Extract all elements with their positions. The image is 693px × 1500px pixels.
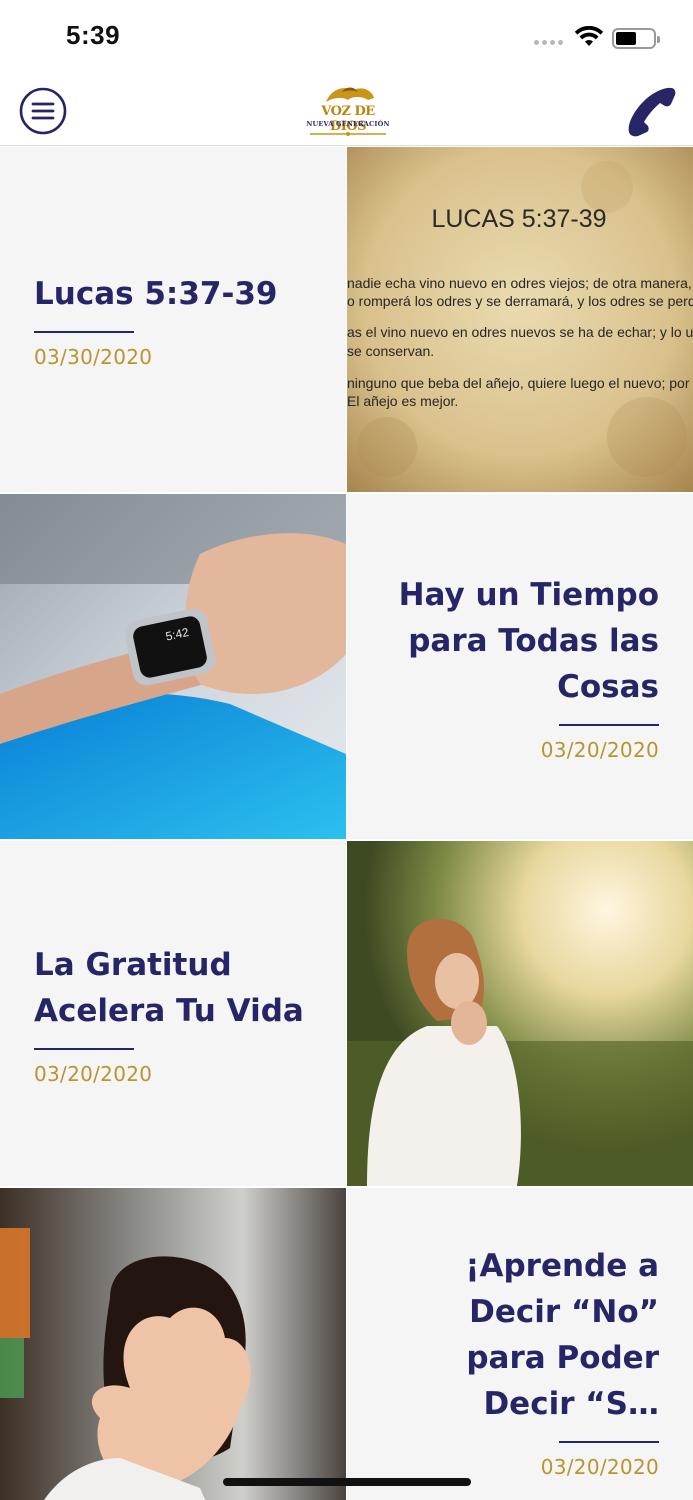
post-card-text[interactable]: La Gratitud Acelera Tu Vida 03/20/2020: [0, 841, 346, 1186]
post-date: 03/20/2020: [540, 1454, 659, 1479]
scripture-line: o romperá los odres y se derramará, y lo…: [347, 293, 693, 309]
post-image-hand-stop[interactable]: [0, 1188, 346, 1500]
scripture-line: nadie echa vino nuevo en odres viejos; d…: [347, 275, 693, 291]
logo-subtext: NUEVA GENERACIÓN: [306, 120, 390, 128]
post-date: 03/20/2020: [34, 1061, 153, 1086]
title-divider: [34, 330, 134, 333]
post-title[interactable]: La Gratitud Acelera Tu Vida: [34, 942, 312, 1034]
title-divider: [34, 1047, 134, 1050]
post-card-text[interactable]: ¡Aprende a Decir “No” para Poder Decir “…: [347, 1188, 693, 1500]
post-row[interactable]: La Gratitud Acelera Tu Vida 03/20/2020: [0, 841, 693, 1188]
app-logo[interactable]: VOZ DE DIOS NUEVA GENERACIÓN: [302, 82, 394, 138]
scripture-line: se conservan.: [347, 343, 434, 359]
post-row[interactable]: Lucas 5:37-39 03/30/2020 LUCAS 5:37-39 n…: [0, 147, 693, 494]
scripture-line: ninguno que beba del añejo, quiere luego…: [347, 375, 690, 391]
post-row[interactable]: 5:42 Hay un Tiempo para Todas las Cosas …: [0, 494, 693, 841]
title-divider: [559, 723, 659, 726]
post-date: 03/30/2020: [34, 344, 153, 369]
status-bar: 5:39: [0, 0, 693, 76]
home-indicator[interactable]: [223, 1478, 471, 1486]
post-title[interactable]: Hay un Tiempo para Todas las Cosas: [381, 572, 659, 710]
post-image-praying-woman[interactable]: [347, 841, 693, 1186]
title-divider: [559, 1440, 659, 1443]
post-image-scripture[interactable]: LUCAS 5:37-39 nadie echa vino nuevo en o…: [347, 147, 693, 492]
nav-bar: VOZ DE DIOS NUEVA GENERACIÓN: [0, 76, 693, 146]
scripture-heading: LUCAS 5:37-39: [431, 205, 606, 233]
status-time: 5:39: [66, 20, 121, 50]
post-grid: Lucas 5:37-39 03/30/2020 LUCAS 5:37-39 n…: [0, 147, 693, 1500]
phone-icon[interactable]: [624, 84, 678, 138]
post-card-text[interactable]: Hay un Tiempo para Todas las Cosas 03/20…: [347, 494, 693, 839]
scripture-line: El añejo es mejor.: [347, 393, 458, 409]
battery-icon: [612, 28, 660, 49]
post-row[interactable]: ¡Aprende a Decir “No” para Poder Decir “…: [0, 1188, 693, 1500]
logo-text: VOZ DE DIOS: [321, 104, 375, 134]
post-title[interactable]: Lucas 5:37-39: [34, 271, 277, 317]
scripture-line: as el vino nuevo en odres nuevos se ha d…: [347, 324, 693, 340]
post-card-text[interactable]: Lucas 5:37-39 03/30/2020: [0, 147, 346, 492]
wifi-icon: [574, 26, 604, 46]
menu-icon[interactable]: [19, 87, 67, 135]
post-image-smartwatch[interactable]: 5:42: [0, 494, 346, 839]
signal-icon: [534, 40, 563, 45]
post-title[interactable]: ¡Aprende a Decir “No” para Poder Decir “…: [381, 1243, 659, 1427]
post-date: 03/20/2020: [540, 737, 659, 762]
